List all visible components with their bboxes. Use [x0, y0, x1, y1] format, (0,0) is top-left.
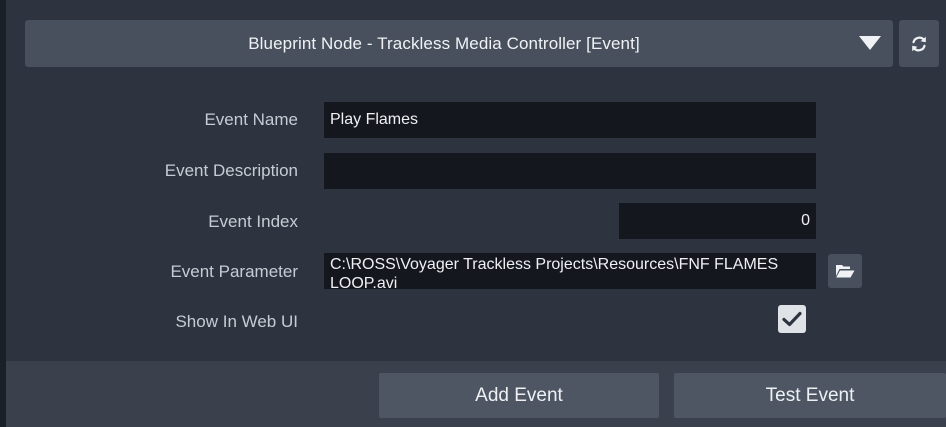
event-parameter-field[interactable]: C:\ROSS\Voyager Trackless Projects\Resou…: [324, 253, 816, 289]
show-in-web-ui-label: Show In Web UI: [175, 312, 298, 331]
checkmark-icon: [782, 311, 802, 327]
refresh-button[interactable]: [899, 20, 939, 67]
event-name-label: Event Name: [204, 110, 298, 129]
event-index-label: Event Index: [208, 212, 298, 231]
event-description-field[interactable]: [324, 153, 816, 189]
footer-bar: Add Event Test Event: [6, 361, 946, 427]
event-index-field[interactable]: 0: [619, 203, 816, 239]
blueprint-node-panel: Blueprint Node - Trackless Media Control…: [6, 0, 946, 427]
event-name-field[interactable]: Play Flames: [324, 102, 816, 138]
chevron-down-icon[interactable]: [859, 36, 881, 50]
event-description-label: Event Description: [164, 161, 298, 180]
test-event-button[interactable]: Test Event: [674, 373, 946, 418]
add-event-button[interactable]: Add Event: [379, 373, 659, 418]
folder-open-icon: [836, 265, 855, 278]
node-title: Blueprint Node - Trackless Media Control…: [248, 33, 640, 53]
show-in-web-ui-checkbox[interactable]: [778, 305, 806, 333]
event-parameter-label: Event Parameter: [170, 262, 298, 281]
browse-file-button[interactable]: [828, 254, 862, 288]
node-selector-dropdown[interactable]: Blueprint Node - Trackless Media Control…: [25, 20, 893, 67]
refresh-icon: [912, 36, 926, 51]
